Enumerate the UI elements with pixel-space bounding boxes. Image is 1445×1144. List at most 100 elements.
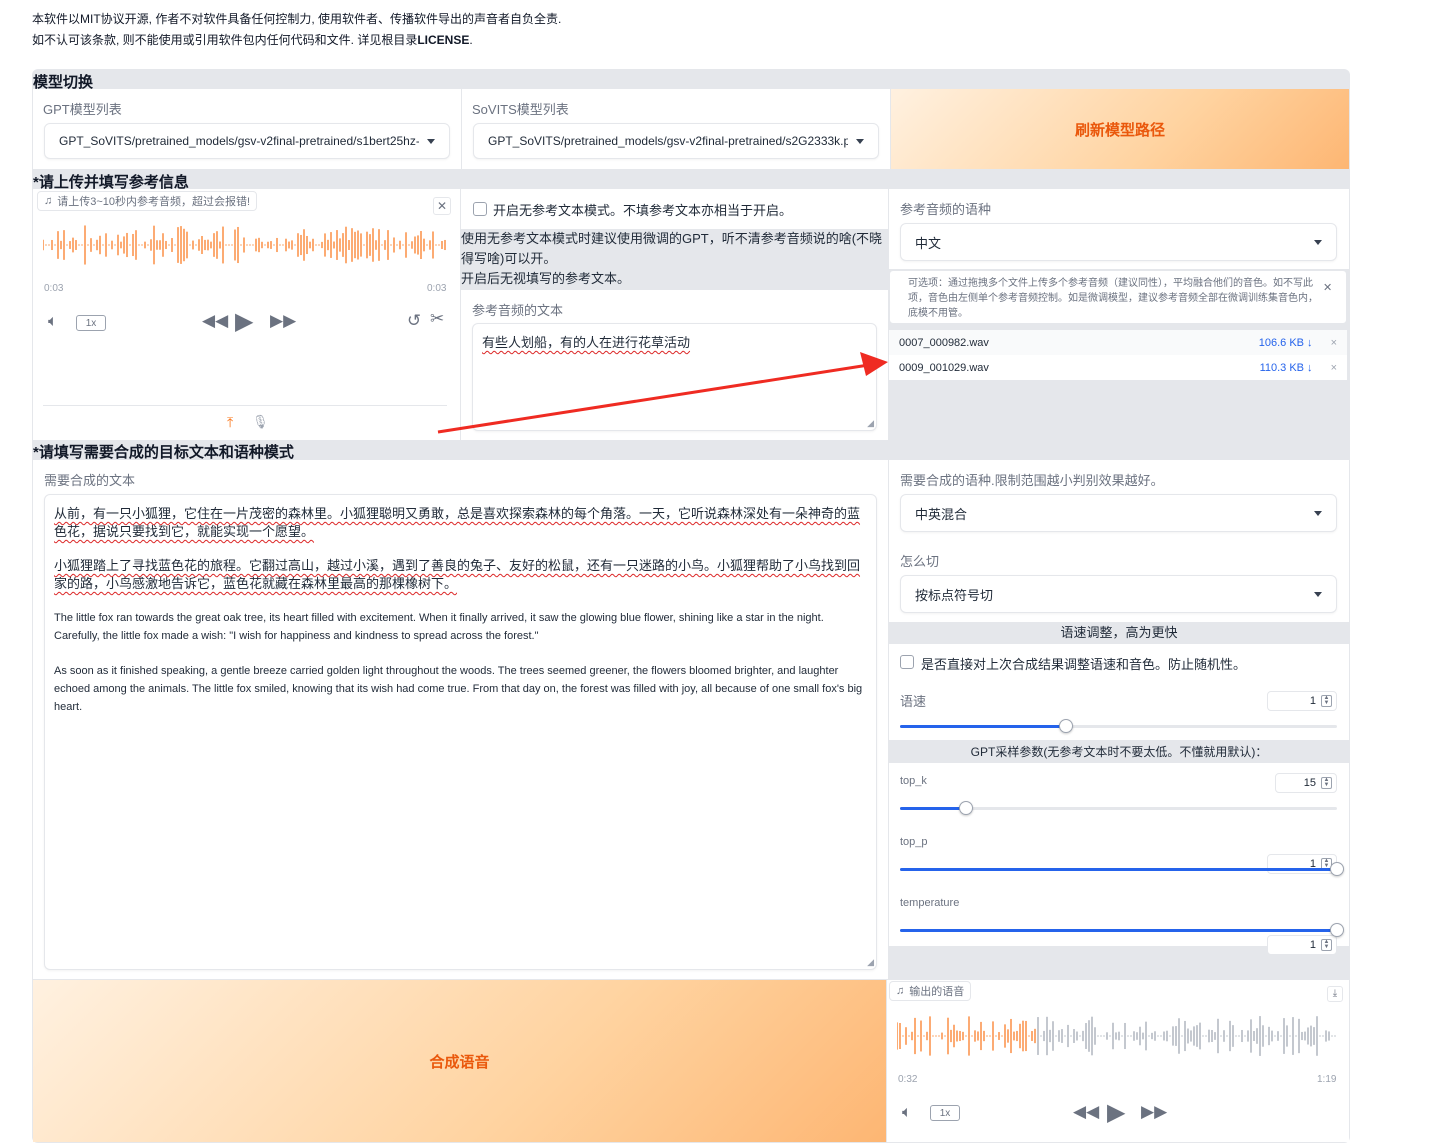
undo-icon[interactable]: ↺ bbox=[407, 311, 421, 331]
music-note-icon: ♫ bbox=[44, 195, 53, 207]
cut-method-label: 怎么切 bbox=[900, 554, 940, 569]
slider-fill bbox=[900, 725, 1067, 728]
cut-method-dropdown[interactable]: 按标点符号切 bbox=[900, 575, 1337, 613]
top-k-number-input[interactable]: 15 ▲ ▼ bbox=[1275, 773, 1337, 793]
top-p-slider[interactable] bbox=[900, 862, 1344, 876]
multi-ref-dropzone[interactable]: 可选项：通过拖拽多个文件上传多个参考音频（建议同性），平均融合他们的音色。如不写… bbox=[889, 270, 1347, 324]
no-ref-mode-panel: 开启无参考文本模式。不填参考文本亦相当于开启。 bbox=[461, 189, 888, 229]
annotation-arrow bbox=[437, 352, 888, 434]
speed-slider[interactable] bbox=[900, 719, 1337, 733]
file-list: 0007_000982.wav 106.6 KB ↓ × 0009_001029… bbox=[889, 330, 1347, 380]
close-icon[interactable]: ✕ bbox=[1323, 281, 1332, 294]
reference-waveform[interactable] bbox=[43, 219, 453, 271]
no-ref-mode-checkbox[interactable] bbox=[473, 202, 487, 216]
slider-thumb[interactable] bbox=[1059, 719, 1074, 733]
gpt-model-label: GPT模型列表 bbox=[43, 102, 122, 117]
fast-forward-icon[interactable]: ▶▶ bbox=[270, 311, 296, 331]
license-notice: 本软件以MIT协议开源, 作者不对软件具备任何控制力, 使用软件者、传播软件导出… bbox=[32, 9, 561, 51]
slider-fill bbox=[900, 868, 1337, 871]
target-lang-value: 中英混合 bbox=[915, 506, 968, 522]
ref-lang-panel: 参考音频的语种 中文 bbox=[889, 189, 1349, 269]
license-word: LICENSE bbox=[417, 33, 470, 47]
slider-thumb[interactable] bbox=[958, 801, 973, 815]
file-name: 0007_000982.wav bbox=[899, 336, 989, 349]
file-remove-icon[interactable]: × bbox=[1331, 337, 1337, 349]
sovits-model-dropdown[interactable]: GPT_SoVITS/pretrained_models/gsv-v2final… bbox=[473, 123, 879, 159]
resize-handle-icon[interactable]: ◢ bbox=[867, 957, 874, 968]
target-paragraph: As soon as it finished speaking, a gentl… bbox=[54, 665, 863, 713]
top-p-label: top_p bbox=[900, 836, 928, 848]
output-waveform[interactable] bbox=[897, 1010, 1342, 1062]
gpt-params-title: GPT采样参数(无参考文本时不要太低。不懂就用默认)： bbox=[889, 742, 1349, 762]
synthesize-button[interactable]: 合成语音 bbox=[33, 980, 886, 1142]
file-download-link[interactable]: 110.3 KB ↓ bbox=[1260, 362, 1313, 374]
gpt-model-dropdown[interactable]: GPT_SoVITS/pretrained_models/gsv-v2final… bbox=[44, 123, 450, 159]
volume-icon[interactable]: 🔈︎ bbox=[48, 313, 58, 331]
notice-period: . bbox=[469, 33, 473, 47]
gpt-model-value: GPT_SoVITS/pretrained_models/gsv-v2final… bbox=[59, 134, 419, 148]
target-section-title: *请填写需要合成的目标文本和语种模式 bbox=[33, 444, 294, 461]
playback-rate-button[interactable]: 1x bbox=[930, 1105, 960, 1121]
spinner-icon[interactable]: ▲ ▼ bbox=[1321, 939, 1332, 951]
play-icon[interactable]: ▶ bbox=[235, 307, 253, 336]
speed-value: 1 bbox=[1309, 695, 1316, 707]
upload-icon[interactable]: ⤒ bbox=[227, 414, 233, 431]
chevron-down-icon bbox=[1314, 239, 1322, 245]
speed-section-title: 语速调整，高为更快 bbox=[889, 623, 1349, 643]
chevron-down-icon bbox=[1314, 591, 1322, 597]
reference-time-start: 0:03 bbox=[44, 283, 64, 294]
top-p-number-input[interactable]: 1 ▲ ▼ bbox=[1267, 854, 1337, 874]
target-paragraph: 从前，有一只小狐狸，它住在一片茂密的森林里。小狐狸聪明又勇敢，总是喜欢探索森林的… bbox=[54, 506, 861, 539]
top-k-value: 15 bbox=[1303, 777, 1316, 789]
notice-line-2-text: 如不认可该条款, 则不能使用或引用软件包内任何代码和文件. 详见根目录 bbox=[32, 33, 418, 47]
target-text-panel: 需要合成的文本 从前，有一只小狐狸，它住在一片茂密的森林里。小狐狸聪明又勇敢，总… bbox=[33, 460, 888, 979]
speed-number-input[interactable]: 1 ▲ ▼ bbox=[1267, 691, 1337, 711]
microphone-icon[interactable]: 🎙︎ bbox=[252, 414, 269, 430]
file-row: 0007_000982.wav 106.6 KB ↓ × bbox=[889, 330, 1347, 355]
file-download-link[interactable]: 106.6 KB ↓ bbox=[1259, 337, 1313, 349]
ref-lang-label: 参考音频的语种 bbox=[900, 202, 992, 217]
temperature-number-input[interactable]: 1 ▲ ▼ bbox=[1267, 935, 1337, 955]
rewind-icon[interactable]: ◀◀ bbox=[1073, 1102, 1099, 1122]
scissors-icon[interactable]: ✂ bbox=[430, 309, 444, 329]
audio-label-chip: ♫ 请上传3~10秒内参考音频，超过会报错! bbox=[37, 191, 258, 211]
no-ref-hint: 使用无参考文本模式时建议使用微调的GPT，听不清参考音频说的啥(不晓得写啥)可以… bbox=[461, 229, 888, 289]
sovits-model-label: SoVITS模型列表 bbox=[472, 102, 569, 117]
clear-audio-icon[interactable]: ✕ bbox=[433, 197, 451, 215]
chevron-down-icon bbox=[856, 138, 864, 144]
volume-icon[interactable]: 🔈︎ bbox=[902, 1104, 912, 1122]
top-k-slider[interactable] bbox=[900, 801, 1337, 815]
target-options-panel: 需要合成的语种.限制范围越小判别效果越好。 中英混合 怎么切 按标点符号切 bbox=[889, 460, 1349, 622]
adjust-last-checkbox[interactable] bbox=[900, 655, 914, 669]
play-icon[interactable]: ▶ bbox=[1107, 1098, 1125, 1127]
download-icon[interactable]: ⤓ bbox=[1327, 986, 1343, 1002]
multi-ref-hint: 可选项：通过拖拽多个文件上传多个参考音频（建议同性），平均融合他们的音色。如不写… bbox=[908, 278, 1318, 319]
target-lang-dropdown[interactable]: 中英混合 bbox=[900, 494, 1337, 532]
speed-label: 语速 bbox=[900, 694, 927, 709]
slider-thumb[interactable] bbox=[1330, 862, 1344, 876]
temperature-slider[interactable] bbox=[900, 923, 1344, 937]
temperature-value: 1 bbox=[1309, 939, 1316, 951]
output-audio-chip: ♫ 输出的语音 bbox=[889, 981, 972, 1001]
output-time-total: 1:19 bbox=[1317, 1074, 1337, 1085]
reference-time-end: 0:03 bbox=[427, 283, 447, 294]
ref-lang-dropdown[interactable]: 中文 bbox=[900, 223, 1337, 261]
rewind-icon[interactable]: ◀◀ bbox=[202, 311, 228, 331]
target-text-content: 从前，有一只小狐狸，它住在一片茂密的森林里。小狐狸聪明又勇敢，总是喜欢探索森林的… bbox=[54, 505, 869, 716]
spinner-icon[interactable]: ▲ ▼ bbox=[1321, 777, 1332, 789]
arrow-head bbox=[860, 352, 888, 376]
refresh-models-button[interactable]: 刷新模型路径 bbox=[891, 89, 1349, 169]
target-text-label: 需要合成的文本 bbox=[44, 473, 136, 488]
target-text-input[interactable]: 从前，有一只小狐狸，它住在一片茂密的森林里。小狐狸聪明又勇敢，总是喜欢探索森林的… bbox=[44, 494, 877, 970]
fast-forward-icon[interactable]: ▶▶ bbox=[1141, 1102, 1167, 1122]
spinner-icon[interactable]: ▲ ▼ bbox=[1321, 695, 1332, 707]
file-remove-icon[interactable]: × bbox=[1331, 362, 1337, 374]
output-audio-label: 输出的语音 bbox=[909, 986, 965, 998]
playback-rate-button[interactable]: 1x bbox=[76, 315, 106, 331]
reference-audio-panel: ♫ 请上传3~10秒内参考音频，超过会报错! ✕ 0:03 0:03 🔈︎ 1x… bbox=[33, 189, 460, 440]
target-paragraph: 小狐狸踏上了寻找蓝色花的旅程。它翻过高山，越过小溪，遇到了善良的兔子、友好的松鼠… bbox=[54, 558, 861, 591]
reference-audio-label: 请上传3~10秒内参考音频，超过会报错! bbox=[57, 196, 251, 208]
slider-thumb[interactable] bbox=[1330, 923, 1344, 937]
divider bbox=[43, 405, 447, 406]
notice-line-2: 如不认可该条款, 则不能使用或引用软件包内任何代码和文件. 详见根目录LICEN… bbox=[32, 30, 561, 51]
